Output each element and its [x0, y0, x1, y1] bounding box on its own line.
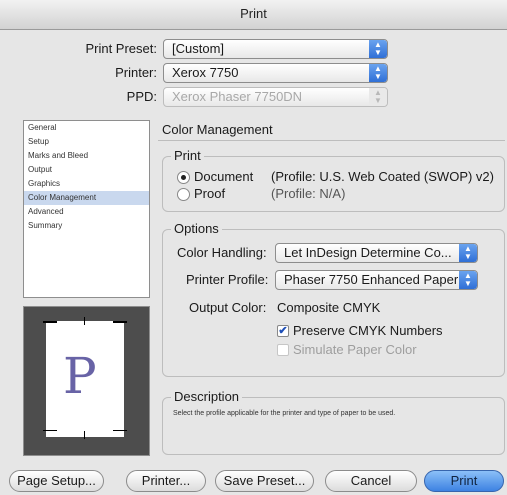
sidebar-item-color-management[interactable]: Color Management	[24, 191, 149, 205]
options-group-title: Options	[171, 221, 222, 236]
page-preview: P	[23, 306, 150, 456]
sidebar-item-graphics[interactable]: Graphics	[24, 177, 149, 191]
ppd-row: PPD: Xerox Phaser 7750DN ▲ ▼	[0, 86, 507, 108]
color-handling-value: Let InDesign Determine Co...	[284, 245, 452, 260]
preview-paper: P	[43, 317, 127, 439]
simulate-paper-checkbox	[277, 344, 289, 356]
description-group: Description Select the profile applicabl…	[162, 389, 505, 455]
print-preset-value: [Custom]	[172, 41, 225, 56]
print-preset-row: Print Preset: [Custom] ▲ ▼	[0, 38, 507, 60]
description-text: Select the profile applicable for the pr…	[173, 410, 396, 417]
sidebar-item-output[interactable]: Output	[24, 163, 149, 177]
save-preset-button[interactable]: Save Preset...	[215, 470, 314, 492]
ppd-popup: Xerox Phaser 7750DN ▲ ▼	[163, 87, 388, 107]
document-radio[interactable]	[177, 171, 190, 184]
printer-profile-value: Phaser 7750 Enhanced Paper	[284, 272, 459, 287]
printer-row: Printer: Xerox 7750 ▲ ▼	[0, 62, 507, 84]
crop-mark	[43, 321, 57, 323]
color-handling-popup[interactable]: Let InDesign Determine Co... ▲ ▼	[275, 243, 478, 263]
print-dialog: Print Preset: [Custom] ▲ ▼ Printer: Xerox…	[0, 30, 507, 495]
checkmark-icon: ✔	[278, 325, 288, 337]
proof-radio-label[interactable]: Proof	[194, 186, 225, 201]
category-list: General Setup Marks and Bleed Output Gra…	[23, 120, 150, 298]
up-down-arrows-icon: ▲ ▼	[369, 88, 387, 106]
sidebar-item-summary[interactable]: Summary	[24, 219, 149, 233]
ppd-label: PPD:	[126, 89, 157, 104]
cancel-button[interactable]: Cancel	[325, 470, 417, 492]
up-down-arrows-icon: ▲ ▼	[369, 64, 387, 82]
sidebar-item-setup[interactable]: Setup	[24, 135, 149, 149]
sidebar-item-marks-and-bleed[interactable]: Marks and Bleed	[24, 149, 149, 163]
print-preset-label: Print Preset:	[85, 41, 157, 56]
printer-value: Xerox 7750	[172, 65, 239, 80]
color-management-panel: Color Management Print Document (Profile…	[158, 118, 505, 458]
registration-mark	[84, 431, 85, 439]
document-radio-label[interactable]: Document	[194, 169, 253, 184]
registration-mark	[84, 317, 85, 325]
ppd-value: Xerox Phaser 7750DN	[172, 89, 303, 104]
description-group-title: Description	[171, 389, 243, 404]
proof-profile-text: (Profile: N/A)	[271, 186, 346, 201]
output-color-value: Composite CMYK	[277, 300, 381, 315]
print-button[interactable]: Print	[424, 470, 504, 492]
crop-mark	[113, 321, 127, 323]
simulate-paper-label: Simulate Paper Color	[293, 342, 417, 357]
print-group-title: Print	[171, 148, 204, 163]
output-color-label: Output Color:	[189, 300, 267, 315]
preserve-cmyk-checkbox[interactable]: ✔	[277, 325, 289, 337]
heading-divider	[158, 140, 505, 141]
document-profile-text: (Profile: U.S. Web Coated (SWOP) v2)	[271, 169, 494, 184]
crop-mark	[43, 430, 57, 431]
page-setup-button[interactable]: Page Setup...	[9, 470, 104, 492]
panel-heading: Color Management	[162, 122, 273, 137]
printer-profile-popup[interactable]: Phaser 7750 Enhanced Paper ▲ ▼	[275, 270, 478, 290]
sidebar-item-general[interactable]: General	[24, 121, 149, 135]
print-preset-popup[interactable]: [Custom] ▲ ▼	[163, 39, 388, 59]
printer-popup[interactable]: Xerox 7750 ▲ ▼	[163, 63, 388, 83]
preserve-cmyk-label[interactable]: Preserve CMYK Numbers	[293, 323, 443, 338]
printer-button[interactable]: Printer...	[126, 470, 206, 492]
up-down-arrows-icon: ▲ ▼	[459, 271, 477, 289]
up-down-arrows-icon: ▲ ▼	[369, 40, 387, 58]
window-title: Print	[0, 0, 507, 30]
proof-radio[interactable]	[177, 188, 190, 201]
crop-mark	[113, 430, 127, 431]
up-down-arrows-icon: ▲ ▼	[459, 244, 477, 262]
sidebar-item-advanced[interactable]: Advanced	[24, 205, 149, 219]
preview-letter: P	[63, 347, 97, 405]
print-group: Print Document (Profile: U.S. Web Coated…	[162, 148, 505, 212]
printer-profile-label: Printer Profile:	[186, 272, 269, 287]
color-handling-label: Color Handling:	[177, 245, 267, 260]
printer-label: Printer:	[115, 65, 157, 80]
options-group: Options Color Handling: Let InDesign Det…	[162, 221, 505, 377]
